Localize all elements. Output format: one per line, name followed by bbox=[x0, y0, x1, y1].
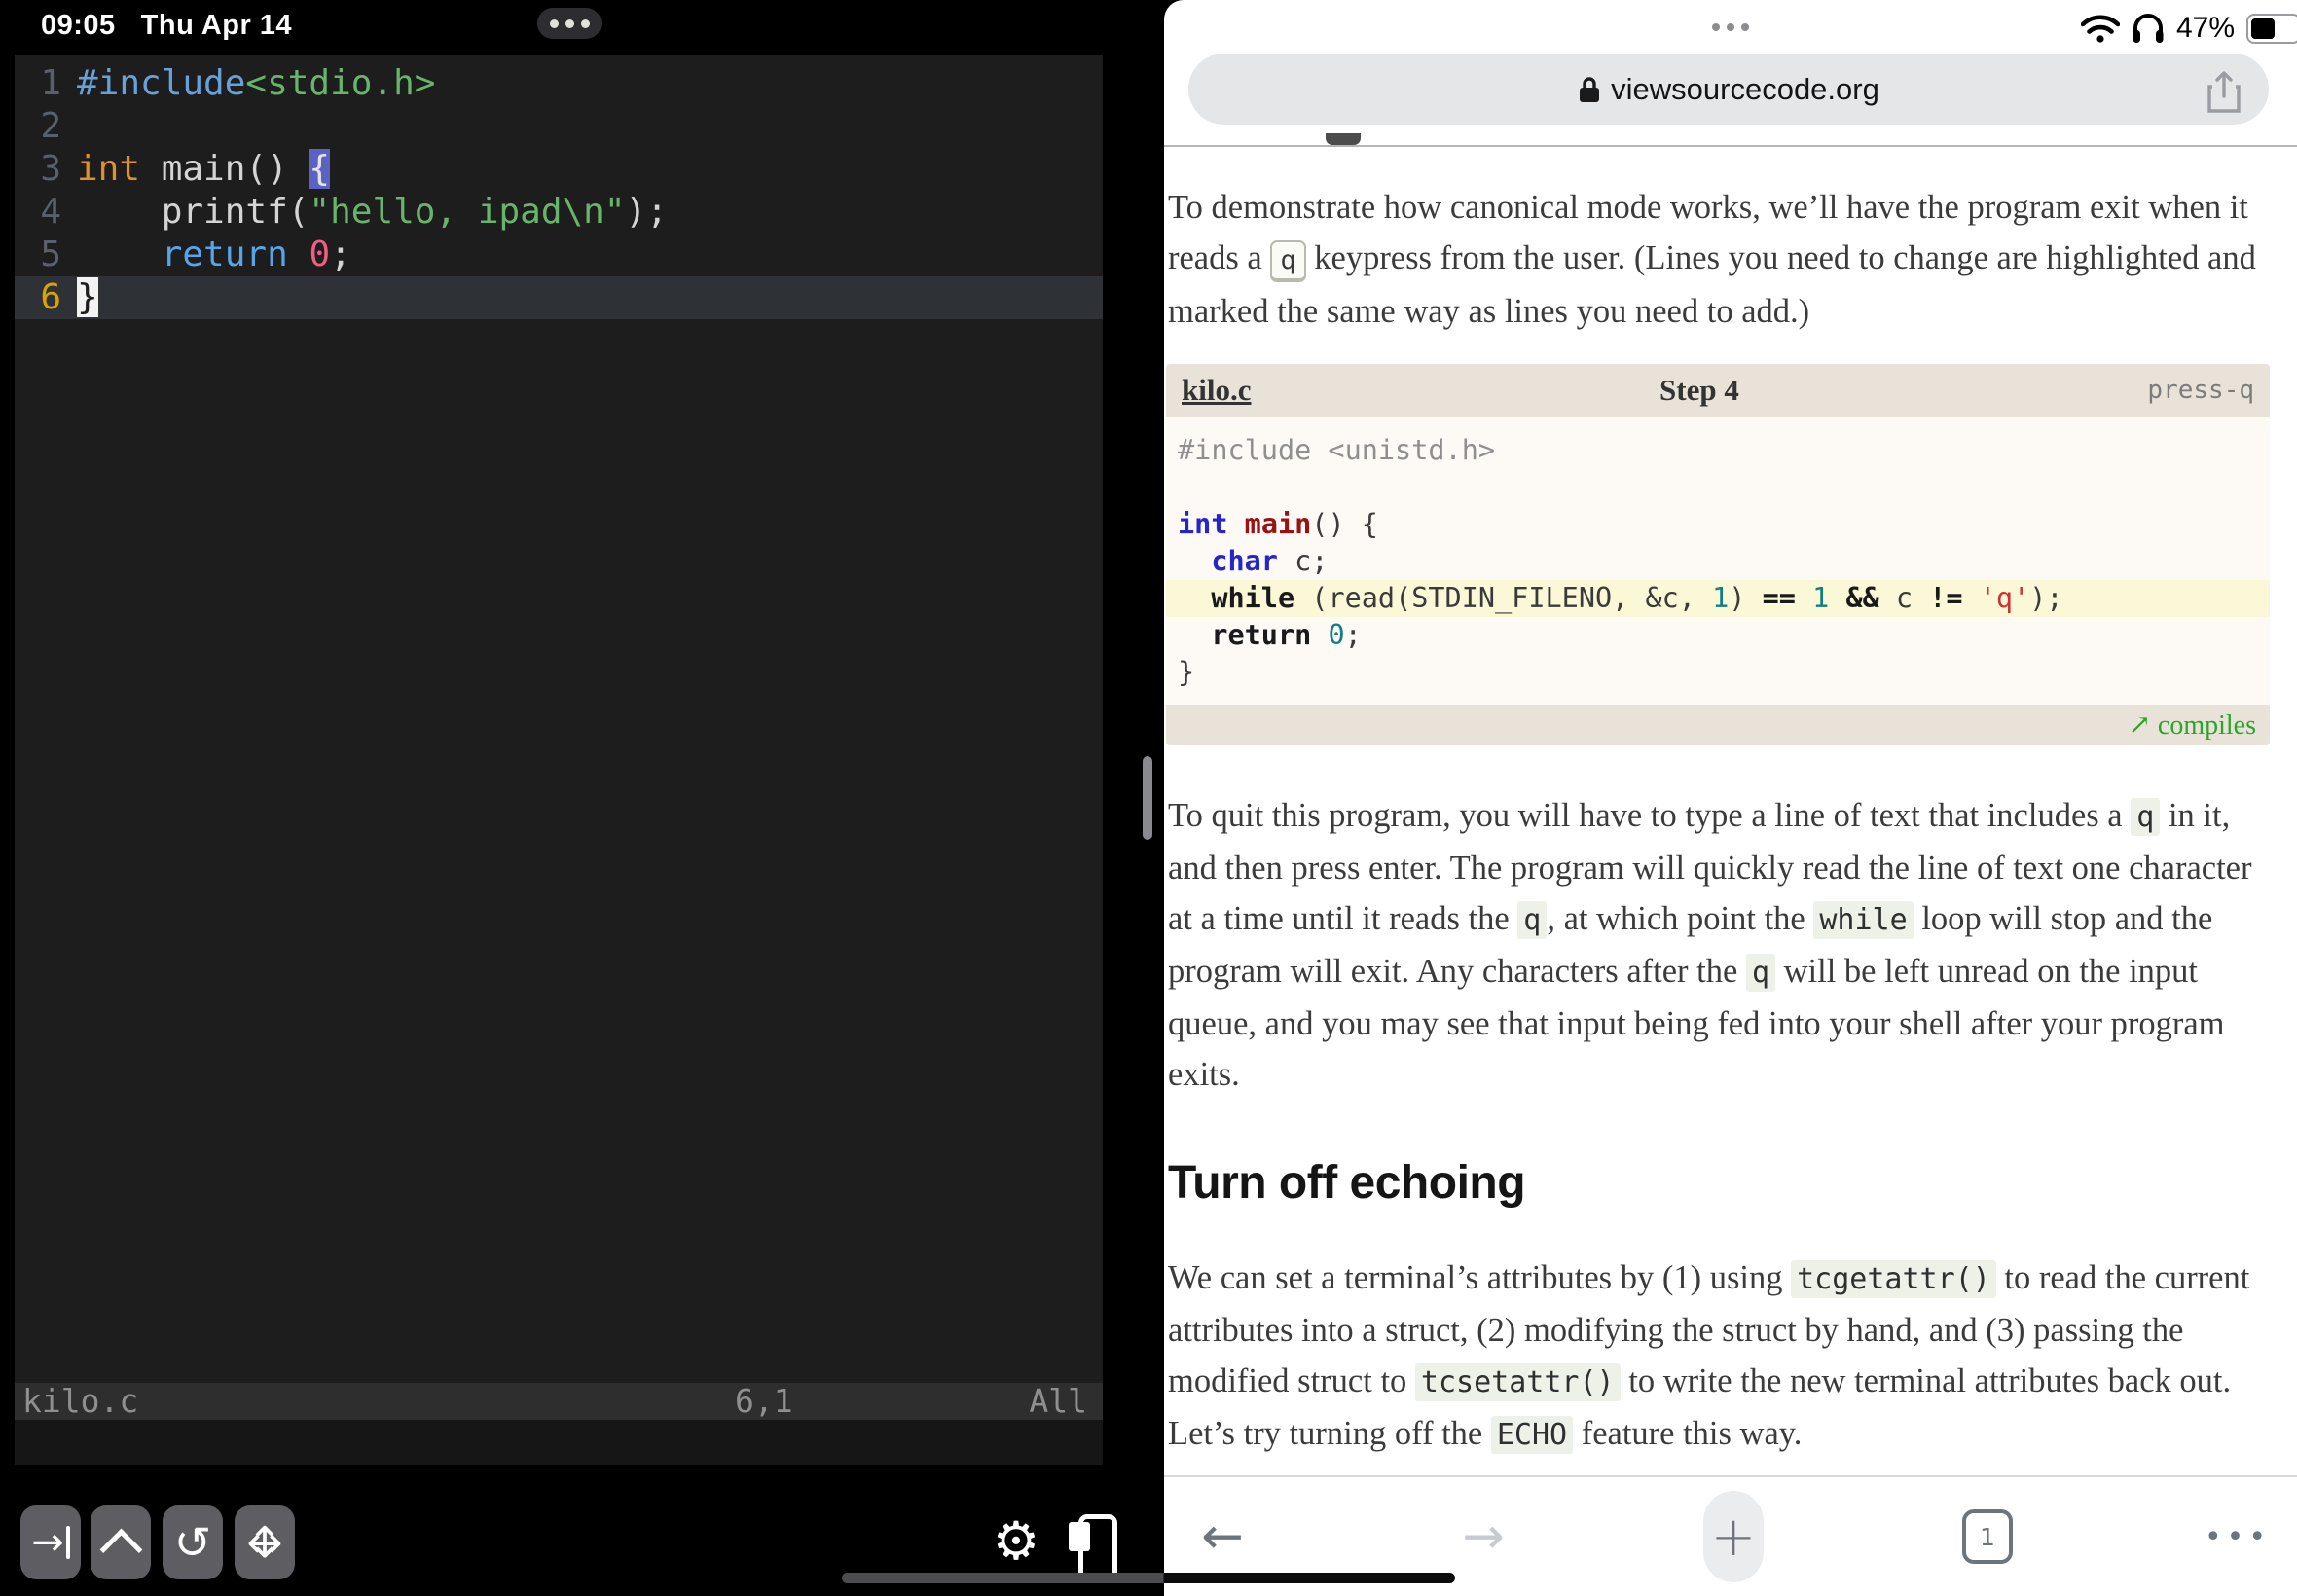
code-line: } bbox=[1178, 656, 1195, 688]
split-view-divider-handle[interactable] bbox=[1143, 756, 1152, 840]
screen: 09:05 Thu Apr 14 1 #include<stdio.h> 2 3 int… bbox=[0, 0, 2297, 1596]
left-app-window-controls[interactable] bbox=[537, 8, 602, 39]
gear-icon: ⚙ bbox=[992, 1509, 1040, 1572]
code-line: 6} bbox=[15, 276, 1103, 319]
ellipsis-icon: ••• bbox=[2204, 1519, 2272, 1554]
terminal-window: 1 #include<stdio.h> 2 3 int main() {4 printf… bbox=[15, 55, 1103, 1465]
caret-key-button[interactable] bbox=[91, 1505, 151, 1579]
tab-key-icon: → bbox=[31, 1520, 64, 1565]
paragraph: We can set a terminal’s attributes by (1… bbox=[1168, 1259, 2250, 1454]
line-number: 5 bbox=[40, 235, 61, 274]
safari-window-controls[interactable] bbox=[1698, 12, 1763, 43]
code-box-footer: ↗ compiles bbox=[1166, 705, 2270, 745]
lock-icon bbox=[1580, 76, 1600, 102]
code-box-header: kilo.c Step 4 press-q bbox=[1166, 364, 2270, 417]
code-box-step: Step 4 bbox=[1659, 373, 1739, 407]
home-indicator[interactable] bbox=[842, 1573, 1455, 1583]
more-button[interactable]: ••• bbox=[2194, 1477, 2281, 1596]
clock: 09:05 bbox=[41, 9, 116, 41]
code-line: while (read(STDIN_FILENO, &c, 1) == 1 &&… bbox=[1166, 580, 2270, 617]
battery-icon bbox=[2246, 13, 2297, 44]
code-box-body: #include <unistd.h> int main() { char c; … bbox=[1166, 417, 2270, 705]
headphones-icon bbox=[2133, 14, 2164, 43]
tab-count: 1 bbox=[1980, 1522, 1995, 1551]
code-box-tag: press-q bbox=[2147, 376, 2254, 405]
line-number: 3 bbox=[40, 149, 61, 189]
vim-editor[interactable]: 1 #include<stdio.h> 2 3 int main() {4 printf… bbox=[15, 55, 1103, 1390]
battery-percent: 47% bbox=[2176, 12, 2236, 44]
undo-icon: ↺ bbox=[173, 1516, 212, 1569]
move-cursor-button[interactable]: ↕ ↔ bbox=[235, 1505, 295, 1579]
code-box-file-link[interactable]: kilo.c bbox=[1182, 373, 1251, 408]
new-tab-button[interactable]: + bbox=[1690, 1477, 1777, 1596]
tab-key-button[interactable]: → bbox=[20, 1505, 81, 1579]
line-number: 6 bbox=[40, 277, 61, 317]
section-heading: Turn off echoing bbox=[1168, 1157, 1526, 1209]
vim-filename: kilo.c bbox=[22, 1382, 139, 1420]
url-text: viewsourcecode.org bbox=[1611, 71, 1879, 106]
paragraph: To demonstrate how canonical mode works,… bbox=[1168, 189, 2256, 330]
code-line: 3 int main() { bbox=[15, 148, 1103, 191]
code-line: 1 #include<stdio.h> bbox=[15, 62, 1103, 105]
safari-window: viewsourcecode.org To demonstrate how ca… bbox=[1164, 0, 2297, 1596]
caret-key-icon bbox=[99, 1528, 142, 1571]
code-line: char c; bbox=[1211, 545, 1329, 577]
undo-button[interactable]: ↺ bbox=[163, 1505, 223, 1579]
forward-arrow-icon: → bbox=[1462, 1507, 1505, 1566]
code-line: 2 bbox=[15, 105, 1103, 148]
paragraph: To quit this program, you will have to t… bbox=[1168, 797, 2252, 1093]
status-bar-left: 09:05 Thu Apr 14 bbox=[41, 8, 292, 43]
line-number: 2 bbox=[40, 106, 61, 146]
line-number: 4 bbox=[40, 192, 61, 232]
code-line: int main() { bbox=[1178, 508, 1378, 540]
tabs-icon: 1 bbox=[1962, 1509, 2013, 1564]
code-line: #include <unistd.h> bbox=[1178, 434, 1496, 466]
wifi-icon bbox=[2081, 15, 2120, 43]
date: Thu Apr 14 bbox=[140, 9, 293, 41]
code-line: 5 return 0; bbox=[15, 234, 1103, 276]
code-line: 4 printf("hello, ipad\n"); bbox=[15, 191, 1103, 234]
back-arrow-icon: ← bbox=[1201, 1507, 1244, 1566]
forward-button[interactable]: → bbox=[1444, 1477, 1522, 1596]
paste-button[interactable] bbox=[1069, 1508, 1117, 1580]
share-icon bbox=[2207, 71, 2241, 113]
tabs-button[interactable]: 1 bbox=[1949, 1477, 2026, 1596]
status-bar-right: 47% bbox=[2081, 12, 2297, 45]
code-line: return 0; bbox=[1211, 619, 1362, 651]
plus-icon: + bbox=[1710, 1505, 1757, 1569]
vim-statusline: kilo.c 6,1 All bbox=[15, 1383, 1103, 1420]
page-content: To demonstrate how canonical mode works,… bbox=[1164, 147, 2297, 1477]
address-bar[interactable]: viewsourcecode.org bbox=[1188, 54, 2269, 125]
compiles-link[interactable]: ↗ compiles bbox=[2128, 708, 2256, 742]
share-button[interactable] bbox=[2205, 69, 2243, 119]
vim-cursor-position: 6,1 bbox=[735, 1382, 793, 1420]
code-snippet-box: kilo.c Step 4 press-q #include <unistd.h… bbox=[1166, 364, 2270, 745]
vim-scroll-indicator: All bbox=[1029, 1382, 1087, 1420]
line-number: 1 bbox=[40, 63, 61, 103]
external-arrow-icon: ↗ bbox=[2128, 710, 2151, 741]
terminal-settings-button[interactable]: ⚙ bbox=[989, 1504, 1043, 1578]
move-arrows-icon: ↕ ↔ bbox=[246, 1517, 283, 1568]
scrolled-key-image-fragment bbox=[1326, 133, 1361, 145]
